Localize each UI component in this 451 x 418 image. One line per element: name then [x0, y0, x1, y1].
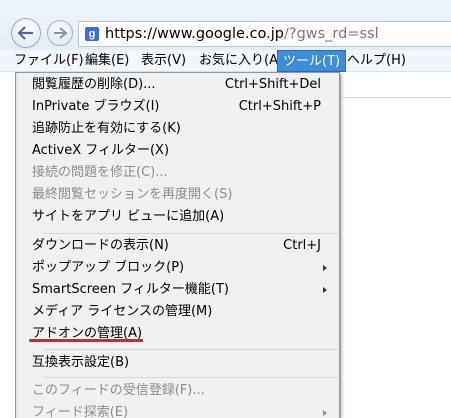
page-content-area — [340, 73, 451, 418]
menu-item-popup-blocker[interactable]: ポップアップ ブロック(P) — [17, 257, 339, 279]
menu-help[interactable]: ヘルプ(H) — [342, 50, 411, 72]
menu-item-view-downloads[interactable]: ダウンロードの表示(N) Ctrl+J — [17, 235, 339, 257]
annotation-underline — [29, 339, 143, 342]
menu-bar: ファイル(F) 編集(E) 表示(V) お気に入り(A) ツール(T) ヘルプ(… — [0, 50, 451, 72]
menu-item-feed-discovery: フィード探索(E) — [17, 402, 339, 418]
menu-item-delete-history[interactable]: 閲覧履歴の削除(D)... Ctrl+Shift+Del — [17, 74, 339, 96]
menu-item-label: 追跡防止を有効にする(K) — [32, 121, 181, 136]
menu-item-media-licenses[interactable]: メディア ライセンスの管理(M) — [17, 301, 339, 323]
menu-item-label: SmartScreen フィルター機能(T) — [32, 282, 229, 297]
menu-item-activex-filter[interactable]: ActiveX フィルター(X) — [17, 140, 339, 162]
menu-item-tracking-protection[interactable]: 追跡防止を有効にする(K) — [17, 118, 339, 140]
url-main: https://www.google.co.jp — [105, 26, 284, 42]
url-text: https://www.google.co.jp/?gws_rd=ssl — [105, 25, 379, 43]
menu-item-label: InPrivate ブラウズ(I) — [32, 99, 160, 114]
google-favicon-icon: g — [85, 27, 99, 41]
menu-item-reopen-session: 最終閲覧セッションを再度開く(S) — [17, 184, 339, 206]
menu-item-shortcut: Ctrl+Shift+Del — [224, 77, 321, 92]
menu-item-label: 閲覧履歴の削除(D)... — [32, 77, 156, 92]
menu-item-label: ActiveX フィルター(X) — [32, 143, 170, 158]
menu-item-label: メディア ライセンスの管理(M) — [32, 304, 213, 319]
submenu-arrow-icon — [323, 410, 327, 416]
menu-item-smartscreen[interactable]: SmartScreen フィルター機能(T) — [17, 279, 339, 301]
forward-arrow-icon — [54, 27, 67, 39]
menu-item-label: 互換表示設定(B) — [32, 355, 130, 370]
address-bar-area: g https://www.google.co.jp/?gws_rd=ssl — [0, 0, 451, 50]
menu-favorites[interactable]: お気に入り(A) — [194, 50, 288, 72]
menu-item-fix-connection: 接続の問題を修正(C)... — [17, 162, 339, 184]
menu-item-label: ポップアップ ブロック(P) — [32, 260, 185, 275]
menu-item-label: 最終閲覧セッションを再度開く(S) — [32, 187, 233, 202]
menu-item-subscribe-feed: このフィードの受信登録(F)... — [17, 380, 339, 402]
menu-separator — [44, 349, 338, 350]
menu-item-add-site-app-view[interactable]: サイトをアプリ ビューに追加(A) — [17, 206, 339, 228]
back-button[interactable] — [11, 18, 41, 48]
menu-item-inprivate[interactable]: InPrivate ブラウズ(I) Ctrl+Shift+P — [17, 96, 339, 118]
submenu-arrow-icon — [323, 287, 327, 293]
back-arrow-icon — [18, 26, 33, 40]
menu-item-label: 接続の問題を修正(C)... — [32, 165, 168, 180]
page-divider — [340, 97, 451, 98]
menu-item-shortcut: Ctrl+J — [283, 238, 321, 253]
menu-edit[interactable]: 編集(E) — [80, 50, 134, 72]
menu-item-label: サイトをアプリ ビューに追加(A) — [32, 209, 225, 224]
forward-button[interactable] — [47, 20, 73, 46]
menu-item-label: ダウンロードの表示(N) — [32, 238, 169, 253]
tools-dropdown-menu: 閲覧履歴の削除(D)... Ctrl+Shift+Del InPrivate ブ… — [15, 72, 340, 418]
menu-separator — [44, 233, 338, 234]
menu-separator — [44, 377, 338, 378]
menu-item-label: フィード探索(E) — [32, 405, 129, 418]
menu-view[interactable]: 表示(V) — [136, 50, 191, 72]
menu-item-compat-view[interactable]: 互換表示設定(B) — [17, 352, 339, 374]
menu-item-shortcut: Ctrl+Shift+P — [238, 99, 321, 114]
url-input[interactable]: g https://www.google.co.jp/?gws_rd=ssl — [78, 21, 451, 47]
menu-item-label: このフィードの受信登録(F)... — [32, 383, 205, 398]
url-path: /?gws_rd=ssl — [283, 26, 379, 42]
menu-tools[interactable]: ツール(T) — [277, 50, 347, 72]
menu-file[interactable]: ファイル(F) — [9, 50, 89, 72]
submenu-arrow-icon — [323, 265, 327, 271]
